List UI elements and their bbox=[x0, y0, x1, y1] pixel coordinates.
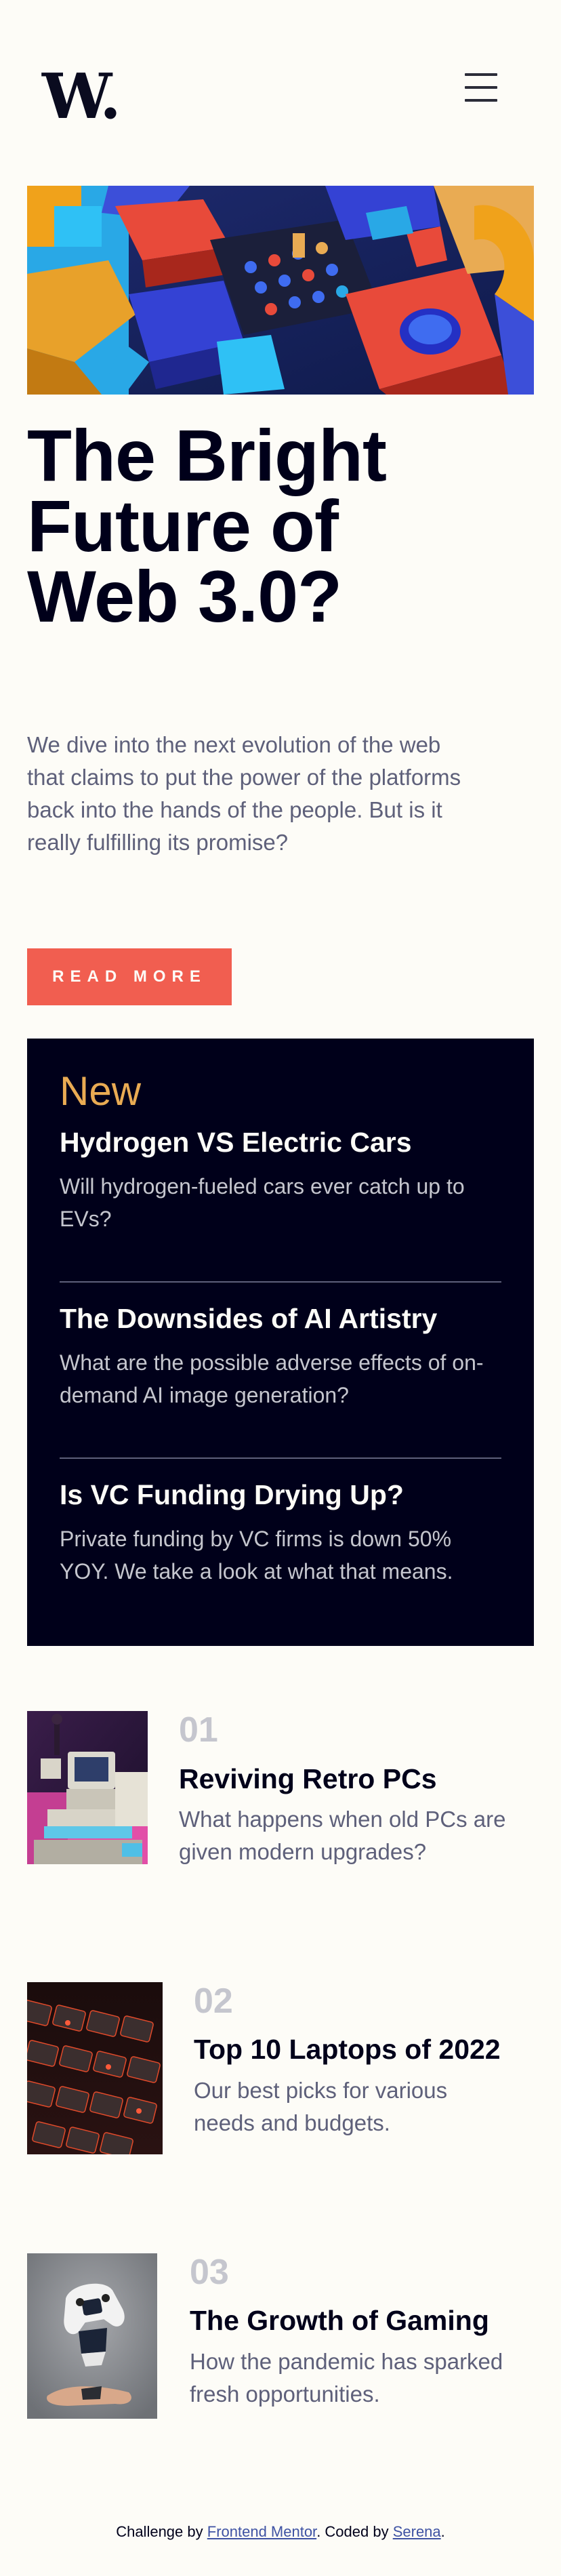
article-number: 01 bbox=[179, 1710, 218, 1750]
hero-title-line-1: The Bright bbox=[27, 414, 387, 496]
new-item-text: Private funding by VC firms is down 50% … bbox=[60, 1527, 453, 1584]
new-articles-panel: New Hydrogen VS Electric Cars Will hydro… bbox=[27, 1039, 534, 1646]
hero-title: The Bright Future of Web 3.0? bbox=[27, 419, 534, 633]
abstract-3d-blocks-image bbox=[27, 186, 534, 395]
new-item-title[interactable]: The Downsides of AI Artistry bbox=[60, 1302, 501, 1335]
divider bbox=[60, 1457, 501, 1459]
retro-pcs-image bbox=[27, 1711, 148, 1864]
footer-middle: . Coded by bbox=[316, 2523, 393, 2540]
article-title[interactable]: The Growth of Gaming bbox=[190, 2303, 489, 2337]
article-text: Our best picks for various needs and bud… bbox=[194, 2078, 448, 2135]
hamburger-menu-icon[interactable] bbox=[465, 73, 497, 102]
article-text: How the pandemic has sparked fresh oppor… bbox=[190, 2349, 503, 2407]
footer-prefix: Challenge by bbox=[116, 2523, 207, 2540]
new-item-text: What are the possible adverse effects of… bbox=[60, 1350, 484, 1407]
new-item-title[interactable]: Hydrogen VS Electric Cars bbox=[60, 1125, 501, 1159]
frontend-mentor-link[interactable]: Frontend Mentor bbox=[207, 2523, 316, 2540]
read-more-button[interactable]: READ MORE bbox=[27, 948, 232, 1005]
divider bbox=[60, 1281, 501, 1283]
page: W. The Bright Future of Web 3.0? We dive… bbox=[0, 0, 561, 2576]
article-title[interactable]: Reviving Retro PCs bbox=[179, 1762, 437, 1796]
new-item-title[interactable]: Is VC Funding Drying Up? bbox=[60, 1478, 501, 1512]
new-item-ai-artistry: The Downsides of AI Artistry What are th… bbox=[60, 1302, 501, 1411]
author-link[interactable]: Serena bbox=[393, 2523, 441, 2540]
article-number: 02 bbox=[194, 1981, 233, 2021]
laptop-keyboard-image bbox=[27, 1982, 163, 2154]
article-title[interactable]: Top 10 Laptops of 2022 bbox=[194, 2032, 501, 2066]
article-number: 03 bbox=[190, 2253, 229, 2292]
hero-title-line-2: Future of bbox=[27, 485, 339, 567]
hero-description: We dive into the next evolution of the w… bbox=[27, 732, 461, 855]
new-item-hydrogen: Hydrogen VS Electric Cars Will hydrogen-… bbox=[60, 1125, 501, 1235]
gaming-controller-image bbox=[27, 2253, 157, 2419]
new-item-vc-funding: Is VC Funding Drying Up? Private funding… bbox=[60, 1478, 501, 1588]
site-header: W. bbox=[0, 0, 561, 169]
footer-suffix: . bbox=[440, 2523, 445, 2540]
new-panel-heading: New bbox=[60, 1068, 142, 1114]
article-text: What happens when old PCs are given mode… bbox=[179, 1807, 506, 1864]
hero-title-line-3: Web 3.0? bbox=[27, 555, 342, 637]
new-item-text: Will hydrogen-fueled cars ever catch up … bbox=[60, 1174, 465, 1231]
logo[interactable]: W. bbox=[42, 65, 121, 127]
site-footer: Challenge by Frontend Mentor. Coded by S… bbox=[0, 2523, 561, 2541]
